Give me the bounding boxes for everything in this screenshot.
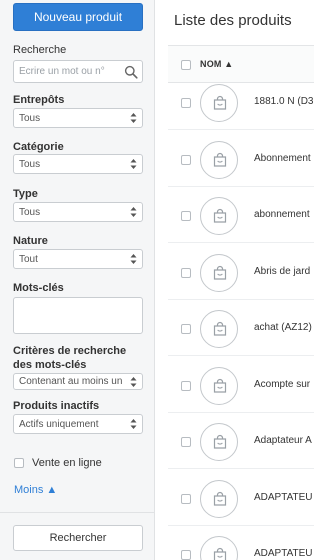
online-sale-checkbox[interactable]	[14, 458, 24, 468]
keywords-textarea[interactable]	[13, 297, 143, 334]
product-name-link[interactable]: ADAPTATEU	[254, 548, 313, 559]
nature-value: Tout	[19, 254, 38, 265]
table-row[interactable]: Abris de jard	[168, 245, 314, 300]
product-avatar[interactable]	[200, 479, 238, 518]
row-checkbox[interactable]	[181, 380, 191, 391]
shopping-bag-icon	[213, 491, 227, 506]
table-row[interactable]: Adaptateur A	[168, 414, 314, 469]
online-sale-label: Vente en ligne	[32, 457, 102, 469]
product-avatar[interactable]	[200, 197, 238, 235]
category-label: Catégorie	[13, 141, 64, 153]
product-avatar[interactable]	[200, 366, 238, 405]
up-down-arrows-icon	[130, 419, 137, 429]
table-row[interactable]: ADAPTATEU	[168, 471, 314, 526]
product-avatar[interactable]	[200, 423, 238, 461]
type-label: Type	[13, 188, 38, 200]
table-row[interactable]: achat (AZ12)	[168, 301, 314, 356]
table-row[interactable]: ADAPTATEU	[168, 527, 314, 560]
sidebar-divider	[0, 512, 155, 513]
product-list-panel: Liste des produits NOM ▲ 1881.0 N (D3 Abo…	[156, 0, 314, 560]
product-avatar[interactable]	[200, 253, 238, 292]
table-row[interactable]: abonnement	[168, 188, 314, 243]
search-input[interactable]: Ecrire un mot ou n°	[13, 60, 143, 83]
up-down-arrows-icon	[130, 159, 137, 169]
product-name-link[interactable]: Abonnement	[254, 153, 311, 164]
keyword-criteria-value: Contenant au moins un	[19, 376, 123, 387]
product-name-link[interactable]: Adaptateur A	[254, 435, 312, 446]
nature-select[interactable]: Tout	[13, 249, 143, 269]
inactive-products-label: Produits inactifs	[13, 400, 100, 412]
filter-sidebar: Nouveau produit Recherche Ecrire un mot …	[0, 0, 155, 560]
shopping-bag-icon	[213, 547, 227, 560]
shopping-bag-icon	[213, 208, 227, 223]
shopping-bag-icon	[213, 378, 227, 393]
up-down-arrows-icon	[130, 376, 137, 388]
search-button[interactable]: Rechercher	[13, 525, 143, 551]
table-row[interactable]: Acompte sur	[168, 358, 314, 413]
shopping-bag-icon	[213, 95, 227, 110]
type-value: Tous	[19, 207, 41, 218]
warehouses-label: Entrepôts	[13, 94, 65, 106]
up-down-arrows-icon	[130, 254, 137, 264]
inactive-products-select[interactable]: Actifs uniquement	[13, 414, 143, 434]
search-placeholder: Ecrire un mot ou n°	[19, 66, 105, 77]
row-checkbox[interactable]	[181, 550, 191, 560]
search-label: Recherche	[13, 44, 67, 56]
shopping-bag-icon	[213, 265, 227, 280]
warehouses-select[interactable]: Tous	[13, 108, 143, 128]
type-select[interactable]: Tous	[13, 202, 143, 222]
up-down-arrows-icon	[130, 207, 137, 217]
name-column-header[interactable]: NOM ▲	[200, 59, 233, 69]
warehouses-value: Tous	[19, 113, 41, 124]
table-row[interactable]: 1881.0 N (D3	[168, 75, 314, 130]
nature-label: Nature	[13, 235, 48, 247]
keywords-label: Mots-clés	[13, 282, 64, 294]
keyword-criteria-select[interactable]: Contenant au moins un	[13, 373, 143, 390]
row-checkbox[interactable]	[181, 437, 191, 447]
inactive-products-value: Actifs uniquement	[19, 419, 99, 430]
select-all-checkbox[interactable]	[181, 60, 191, 70]
product-name-link[interactable]: Acompte sur	[254, 379, 310, 390]
row-checkbox[interactable]	[181, 154, 191, 165]
product-name-link[interactable]: 1881.0 N (D3	[254, 96, 313, 107]
row-checkbox[interactable]	[181, 98, 191, 108]
product-name-link[interactable]: achat (AZ12)	[254, 322, 312, 333]
product-name-link[interactable]: abonnement	[254, 209, 310, 220]
less-filters-link[interactable]: Moins ▲	[14, 484, 57, 496]
product-avatar[interactable]	[200, 310, 238, 348]
product-name-link[interactable]: ADAPTATEU	[254, 492, 313, 503]
page-title: Liste des produits	[174, 12, 292, 29]
row-checkbox[interactable]	[181, 267, 191, 278]
category-select[interactable]: Tous	[13, 154, 143, 174]
product-avatar[interactable]	[200, 84, 238, 122]
shopping-bag-icon	[213, 321, 227, 336]
new-product-button[interactable]: Nouveau produit	[13, 3, 143, 31]
up-down-arrows-icon	[130, 113, 137, 123]
category-value: Tous	[19, 159, 41, 170]
shopping-bag-icon	[213, 434, 227, 449]
keyword-criteria-label-line2: des mots-clés	[13, 359, 87, 371]
row-checkbox[interactable]	[181, 493, 191, 504]
row-checkbox[interactable]	[181, 324, 191, 334]
product-avatar[interactable]	[200, 140, 238, 179]
product-avatar[interactable]	[200, 536, 238, 560]
shopping-bag-icon	[213, 152, 227, 167]
product-name-link[interactable]: Abris de jard	[254, 266, 310, 277]
keyword-criteria-label-line1: Critères de recherche	[13, 345, 127, 357]
table-row[interactable]: Abonnement	[168, 132, 314, 187]
search-icon[interactable]	[124, 65, 138, 79]
row-checkbox[interactable]	[181, 211, 191, 221]
